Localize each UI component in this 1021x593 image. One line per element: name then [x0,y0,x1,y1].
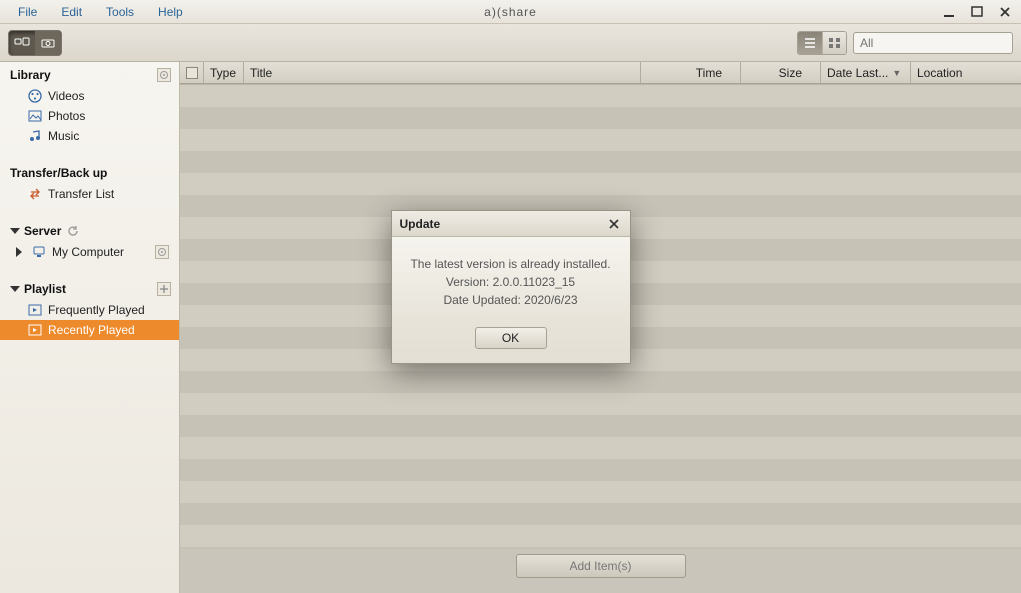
dialog-actions: OK [392,323,630,363]
dialog-close-button[interactable] [606,216,622,232]
dialog-message-line: The latest version is already installed. [402,255,620,273]
dialog-title: Update [400,217,441,231]
dialog-date-line: Date Updated: 2020/6/23 [402,291,620,309]
update-dialog: Update The latest version is already ins… [391,210,631,364]
dialog-version-line: Version: 2.0.0.11023_15 [402,273,620,291]
dialog-titlebar: Update [392,211,630,237]
dialog-body: The latest version is already installed.… [392,237,630,323]
modal-overlay: Update The latest version is already ins… [0,0,1021,593]
dialog-ok-button[interactable]: OK [475,327,547,349]
close-icon [608,218,620,230]
